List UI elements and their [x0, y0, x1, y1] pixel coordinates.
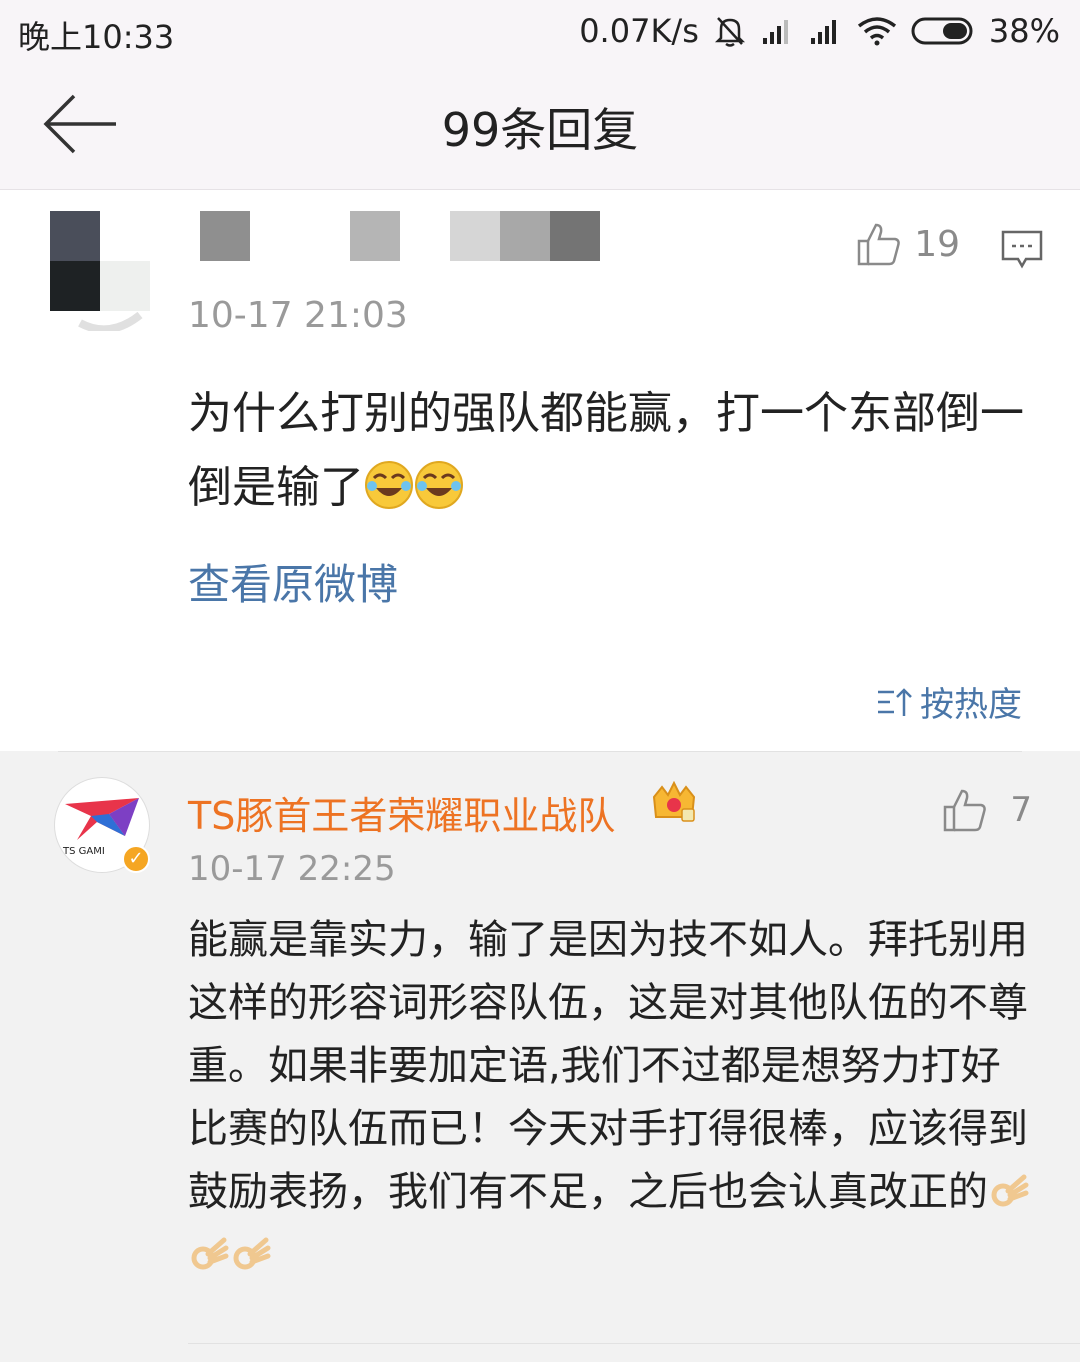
thumbs-up-icon	[944, 789, 987, 832]
network-speed: 0.07K/s	[579, 12, 699, 50]
signal-icon	[762, 20, 788, 44]
status-bar: 晚上10:33 0.07K/s 38%	[0, 0, 1080, 64]
logo-text: TS GAMI	[62, 846, 105, 857]
nav-bar: 99条回复	[0, 64, 1080, 190]
like-count: 19	[914, 223, 960, 265]
ok-hand-emoji-icon	[991, 1174, 1029, 1207]
thumbs-up-icon	[857, 223, 900, 266]
reply-like-count: 7	[1010, 790, 1032, 830]
wifi-icon	[857, 17, 896, 46]
verified-badge-icon: ✓	[122, 845, 150, 873]
reply-text-content: 能赢是靠实力，输了是因为技不如人。拜托别用这样的形容词形容队伍，这是对其他队伍的…	[188, 917, 1028, 1215]
ok-hand-emoji-icon-2	[191, 1237, 229, 1270]
mute-bell-icon	[714, 17, 745, 47]
sort-icon	[878, 687, 912, 716]
avatar[interactable]	[50, 211, 150, 331]
main-post: 10-17 21:03 19 为什么打别的强队都能赢，打一个东部倒一倒是输了 查…	[0, 191, 1080, 751]
post-time: 10-17 21:03	[188, 295, 408, 336]
page-title: 99条回复	[441, 103, 639, 157]
battery-percent: 38%	[988, 12, 1060, 50]
ok-hand-emoji-icon-3	[233, 1237, 271, 1270]
post-text: 为什么打别的强队都能赢，打一个东部倒一倒是输了	[188, 377, 1038, 525]
comment-icon[interactable]	[1000, 229, 1044, 269]
laugh-cry-emoji-icon	[365, 461, 413, 509]
battery-icon	[911, 17, 973, 45]
status-time: 晚上10:33	[18, 18, 175, 56]
divider	[58, 751, 1022, 752]
like-button[interactable]: 19	[856, 221, 960, 267]
laugh-cry-emoji-icon-2	[415, 461, 463, 509]
view-original-link[interactable]: 查看原微博	[188, 551, 398, 612]
sort-label: 按热度	[920, 685, 1022, 725]
reply-text: 能赢是靠实力，输了是因为技不如人。拜托别用这样的形容词形容队伍，这是对其他队伍的…	[188, 909, 1038, 1287]
crown-badge-icon[interactable]	[650, 781, 698, 825]
status-icons: 0.07K/s 38%	[579, 12, 1060, 50]
sort-by-hot-button[interactable]: 按热度	[876, 677, 1022, 726]
author-name-redacted[interactable]	[200, 211, 600, 263]
divider-bottom	[188, 1343, 1080, 1344]
signal-icon-2	[810, 20, 836, 44]
post-text-content: 为什么打别的强队都能赢，打一个东部倒一倒是输了	[188, 388, 1024, 513]
reply-time: 10-17 22:25	[188, 849, 396, 889]
reply-item: TS GAMI ✓ TS豚首王者荣耀职业战队 7 10-17 22:25 能赢是…	[0, 751, 1080, 1362]
reply-author[interactable]: TS豚首王者荣耀职业战队	[188, 785, 615, 840]
reply-like-button[interactable]: 7	[942, 787, 1032, 833]
